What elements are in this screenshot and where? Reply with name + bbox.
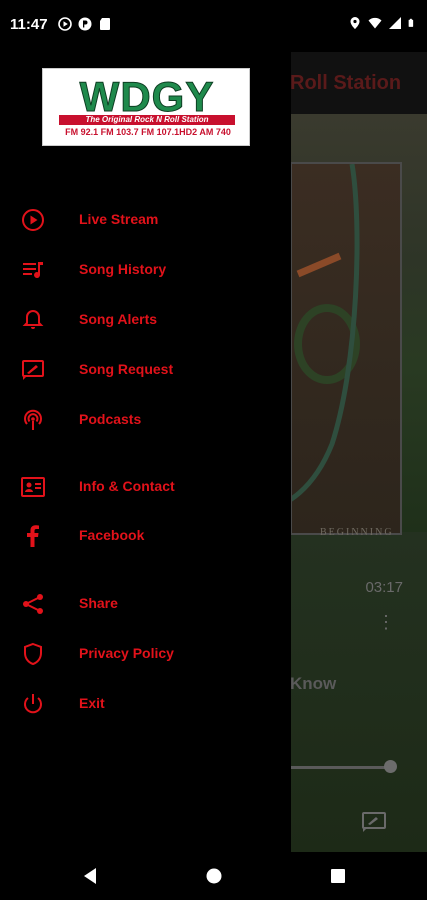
song-request-button-icon[interactable] bbox=[362, 812, 386, 832]
track-duration: 03:17 bbox=[365, 579, 403, 596]
album-art-caption: BEGINNING bbox=[320, 527, 394, 538]
facebook-icon bbox=[27, 525, 39, 547]
album-art: BEGINNING bbox=[290, 114, 427, 538]
share-icon bbox=[23, 594, 43, 614]
more-options-icon[interactable]: ⋮ bbox=[377, 612, 395, 633]
system-nav-bar bbox=[0, 852, 427, 900]
menu-item-info-contact[interactable]: Info & Contact bbox=[0, 465, 291, 509]
menu-item-song-history[interactable]: Song History bbox=[0, 248, 291, 292]
battery-icon bbox=[408, 18, 414, 27]
logo-frequencies: FM 92.1 FM 103.7 FM 107.1HD2 AM 740 bbox=[65, 127, 231, 137]
status-time: 11:47 bbox=[10, 16, 48, 33]
menu-label-share: Share bbox=[79, 595, 118, 611]
menu-item-facebook[interactable]: Facebook bbox=[0, 514, 291, 558]
menu-item-song-alerts[interactable]: Song Alerts bbox=[0, 298, 291, 342]
status-bar: 11:47 bbox=[0, 0, 427, 52]
play-circle-icon bbox=[22, 209, 44, 231]
menu-label-live-stream: Live Stream bbox=[79, 211, 159, 227]
recents-icon[interactable] bbox=[326, 864, 350, 888]
album-art-hose bbox=[292, 164, 360, 502]
shield-icon bbox=[24, 642, 42, 666]
seek-handle[interactable] bbox=[384, 760, 397, 773]
power-icon bbox=[24, 694, 42, 714]
logo-wordmark-text: WDGY bbox=[80, 75, 215, 115]
navigation-drawer: WDGY The Original Rock N Roll Station FM… bbox=[0, 52, 291, 852]
menu-item-song-request[interactable]: Song Request bbox=[0, 348, 291, 392]
play-circle-status-icon bbox=[58, 17, 72, 31]
sd-card-icon bbox=[100, 18, 110, 30]
menu-label-podcasts: Podcasts bbox=[79, 411, 142, 427]
back-icon[interactable] bbox=[78, 864, 102, 888]
app-title: Roll Station bbox=[290, 72, 402, 94]
menu-label-exit: Exit bbox=[79, 695, 105, 711]
playlist-icon bbox=[23, 262, 43, 279]
seek-bar[interactable] bbox=[290, 766, 390, 769]
menu-item-privacy-policy[interactable]: Privacy Policy bbox=[0, 632, 291, 676]
menu-label-song-request: Song Request bbox=[79, 361, 174, 377]
album-art-card bbox=[290, 162, 402, 535]
menu-item-share[interactable]: Share bbox=[0, 582, 291, 626]
track-title: Know bbox=[290, 674, 337, 693]
podcast-status-icon bbox=[78, 17, 92, 31]
station-logo: WDGY The Original Rock N Roll Station FM… bbox=[42, 68, 250, 146]
logo-tagline: The Original Rock N Roll Station bbox=[59, 115, 235, 125]
bell-icon bbox=[22, 309, 44, 329]
contact-card-icon bbox=[21, 477, 45, 497]
menu-label-song-history: Song History bbox=[79, 261, 167, 277]
menu-label-privacy-policy: Privacy Policy bbox=[79, 645, 174, 661]
wifi-icon bbox=[368, 17, 382, 29]
menu-label-song-alerts: Song Alerts bbox=[79, 311, 158, 327]
home-icon[interactable] bbox=[202, 864, 226, 888]
podcast-icon bbox=[24, 409, 42, 430]
location-icon bbox=[350, 17, 360, 29]
menu-item-exit[interactable]: Exit bbox=[0, 682, 291, 726]
cell-signal-icon bbox=[389, 17, 401, 29]
station-logo-wordmark: WDGY bbox=[79, 75, 215, 115]
request-icon bbox=[22, 360, 44, 380]
menu-item-live-stream[interactable]: Live Stream bbox=[0, 198, 291, 242]
menu-label-facebook: Facebook bbox=[79, 527, 145, 543]
menu-label-info-contact: Info & Contact bbox=[79, 478, 175, 494]
menu-item-podcasts[interactable]: Podcasts bbox=[0, 398, 291, 442]
